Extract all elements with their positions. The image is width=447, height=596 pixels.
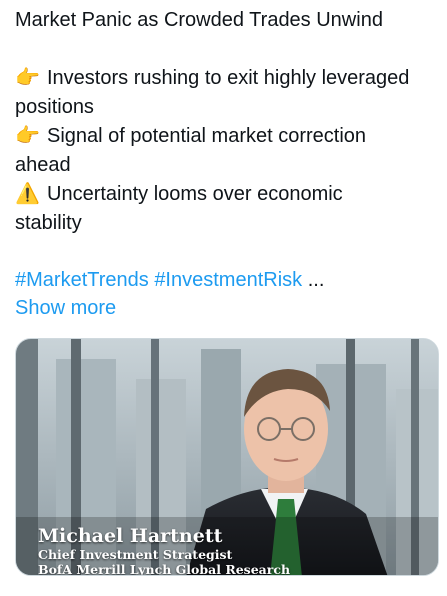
show-more-link[interactable]: Show more bbox=[15, 294, 441, 323]
bullet-text: Uncertainty looms over economic bbox=[47, 183, 343, 205]
bullet-line: ⚠️ Uncertainty looms over economic bbox=[15, 179, 441, 209]
bullet-text: Signal of potential market correction bbox=[47, 125, 367, 147]
pointing-right-hand-icon: 👉 bbox=[15, 65, 40, 89]
pointing-right-hand-icon: 👉 bbox=[15, 123, 40, 147]
post-text: Market Panic as Crowded Trades Unwind 👉 I… bbox=[15, 6, 441, 323]
truncation-ellipsis: ... bbox=[307, 268, 325, 291]
warning-icon: ⚠️ bbox=[15, 181, 40, 205]
hashtag-investment-risk[interactable]: #InvestmentRisk bbox=[154, 269, 302, 291]
bullet-continuation: stability bbox=[15, 211, 82, 234]
hashtag-line: #MarketTrends #InvestmentRisk ... bbox=[15, 266, 441, 295]
post-title: Market Panic as Crowded Trades Unwind bbox=[15, 9, 383, 31]
hashtag-market-trends[interactable]: #MarketTrends bbox=[15, 269, 149, 291]
video-thumbnail[interactable]: Michael Hartnett Chief Investment Strate… bbox=[15, 338, 439, 576]
bullet-text: Investors rushing to exit highly leverag… bbox=[47, 67, 410, 89]
caption-name: Michael Hartnett bbox=[38, 525, 223, 547]
bullet-continuation: ahead bbox=[15, 153, 71, 176]
video-caption: Michael Hartnett Chief Investment Strate… bbox=[38, 525, 291, 576]
bullet-continuation: positions bbox=[15, 95, 94, 118]
bullet-line: 👉 Investors rushing to exit highly levera… bbox=[15, 63, 441, 93]
caption-organization: BofA Merrill Lynch Global Research bbox=[38, 562, 291, 576]
caption-title: Chief Investment Strategist bbox=[38, 547, 233, 562]
bullet-line: 👉 Signal of potential market correction bbox=[15, 121, 441, 151]
